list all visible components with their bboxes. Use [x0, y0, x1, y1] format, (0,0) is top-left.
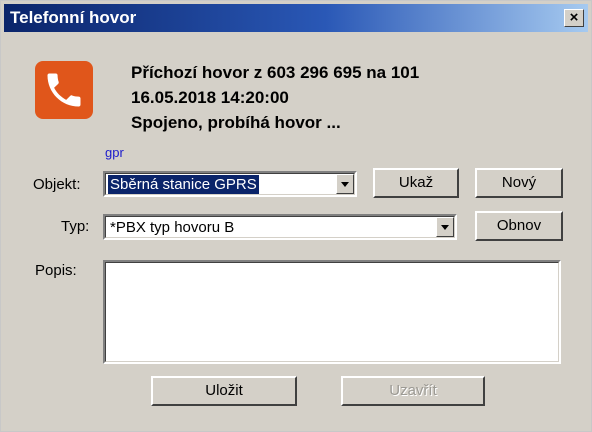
gpr-link[interactable]: gpr — [105, 145, 124, 160]
typ-label: Typ: — [61, 218, 90, 235]
chevron-down-icon[interactable] — [436, 217, 454, 237]
popis-textarea[interactable] — [103, 260, 561, 364]
objekt-label: Objekt: — [33, 176, 81, 193]
ulozit-button[interactable]: Uložit — [151, 376, 297, 406]
typ-selected-value: *PBX typ hovoru B — [110, 219, 235, 236]
phone-handset-icon — [35, 61, 93, 119]
uzavrit-button: Uzavřít — [341, 376, 485, 406]
objekt-selected-value: Sběrná stanice GPRS — [108, 175, 259, 194]
objekt-select[interactable]: Sběrná stanice GPRS — [103, 171, 357, 197]
chevron-down-icon[interactable] — [336, 174, 354, 194]
call-direction-text: Příchozí hovor z 603 296 695 na 101 — [131, 63, 420, 82]
typ-select[interactable]: *PBX typ hovoru B — [103, 214, 457, 240]
title-bar[interactable]: Telefonní hovor × — [4, 4, 588, 32]
novy-button[interactable]: Nový — [475, 168, 563, 198]
call-datetime-text: 16.05.2018 14:20:00 — [131, 88, 289, 107]
popis-label: Popis: — [35, 262, 77, 279]
call-dialog: Telefonní hovor × Příchozí hovor z 603 2… — [0, 0, 592, 432]
window-title: Telefonní hovor — [10, 8, 137, 27]
close-button[interactable]: × — [564, 9, 584, 27]
obnov-button[interactable]: Obnov — [475, 211, 563, 241]
call-status-text: Spojeno, probíhá hovor ... — [131, 113, 341, 132]
ukaz-button[interactable]: Ukaž — [373, 168, 459, 198]
